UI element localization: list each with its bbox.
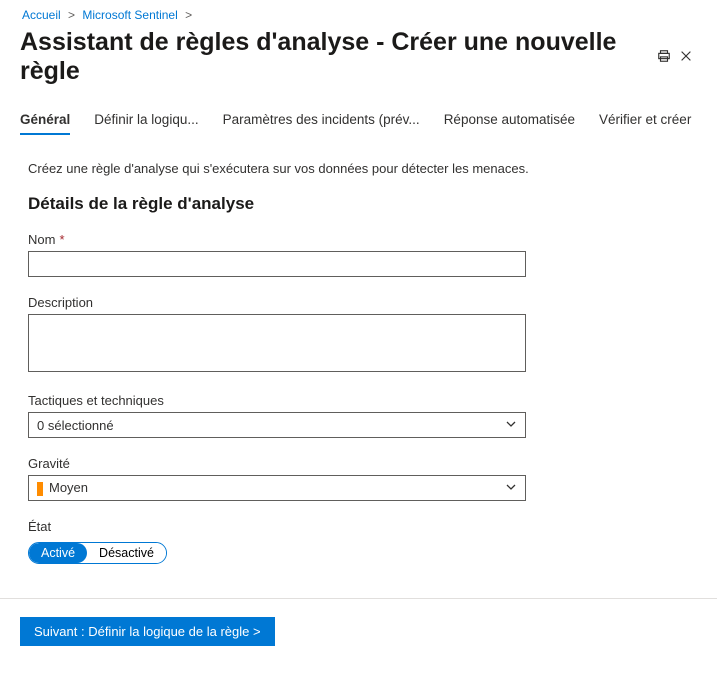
tab-response[interactable]: Réponse automatisée [444,112,575,135]
tabs: Général Définir la logiqu... Paramètres … [20,112,697,135]
page-title-text: Assistant de règles d'analyse - Créer un… [20,28,643,86]
status-disabled[interactable]: Désactivé [87,543,166,563]
next-button[interactable]: Suivant : Définir la logique de la règle… [20,617,275,646]
print-icon[interactable] [653,45,675,70]
tab-general[interactable]: Général [20,112,70,135]
name-label-text: Nom [28,232,55,247]
chevron-down-icon [505,418,517,433]
page-title: Assistant de règles d'analyse - Créer un… [20,28,675,86]
status-enabled[interactable]: Activé [29,543,87,563]
description-label: Description [28,295,526,310]
severity-label: Gravité [28,456,526,471]
status-toggle: Activé Désactivé [28,542,167,564]
breadcrumb: Accueil > Microsoft Sentinel > [20,8,697,22]
tab-logic[interactable]: Définir la logiqu... [94,112,198,135]
required-asterisk: * [59,232,64,247]
status-label: État [28,519,526,534]
description-input[interactable] [28,314,526,372]
close-icon[interactable] [675,45,697,70]
breadcrumb-sep: > [66,8,77,22]
tactics-select[interactable]: 0 sélectionné [28,412,526,438]
tab-review[interactable]: Vérifier et créer [599,112,691,135]
breadcrumb-sentinel[interactable]: Microsoft Sentinel [80,8,179,22]
severity-selected: Moyen [37,480,88,496]
name-input[interactable] [28,251,526,277]
breadcrumb-home[interactable]: Accueil [20,8,63,22]
breadcrumb-sep: > [183,8,194,22]
chevron-down-icon [505,481,517,496]
severity-select[interactable]: Moyen [28,475,526,501]
section-title: Détails de la règle d'analyse [28,194,689,214]
tactics-selected-text: 0 sélectionné [37,418,114,433]
intro-text: Créez une règle d'analyse qui s'exécuter… [28,161,689,176]
tactics-label: Tactiques et techniques [28,393,526,408]
tab-incidents[interactable]: Paramètres des incidents (prév... [223,112,420,135]
name-label: Nom * [28,232,526,247]
severity-swatch [37,482,43,496]
severity-selected-text: Moyen [49,480,88,495]
